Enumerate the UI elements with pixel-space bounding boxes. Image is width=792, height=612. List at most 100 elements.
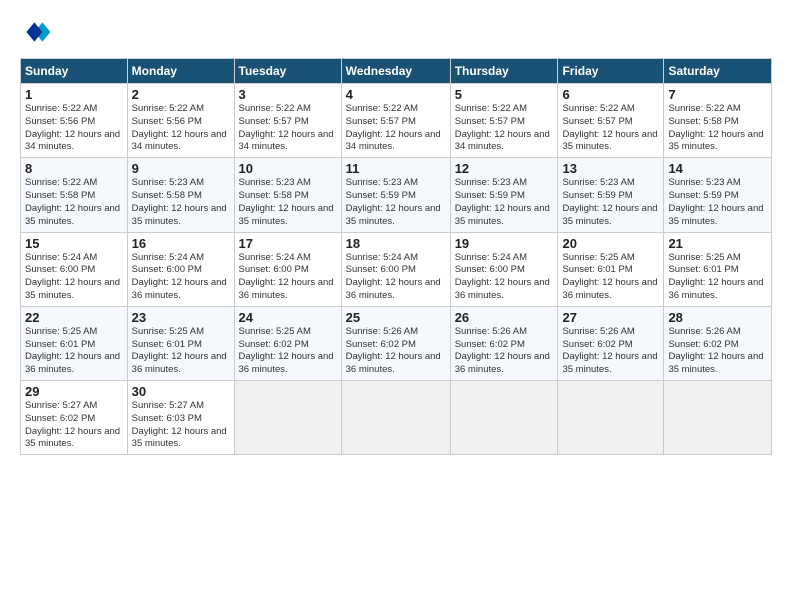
day-number: 13 <box>562 161 659 176</box>
day-info: Sunrise: 5:25 AMSunset: 6:02 PMDaylight:… <box>239 326 337 377</box>
header-day-thursday: Thursday <box>450 59 558 84</box>
day-number: 4 <box>346 87 446 102</box>
day-number: 10 <box>239 161 337 176</box>
calendar-cell: 7Sunrise: 5:22 AMSunset: 5:58 PMDaylight… <box>664 84 772 158</box>
day-info: Sunrise: 5:25 AMSunset: 6:01 PMDaylight:… <box>132 326 230 377</box>
calendar-cell: 21Sunrise: 5:25 AMSunset: 6:01 PMDayligh… <box>664 232 772 306</box>
day-number: 30 <box>132 384 230 399</box>
calendar-week-4: 22Sunrise: 5:25 AMSunset: 6:01 PMDayligh… <box>21 306 772 380</box>
day-info: Sunrise: 5:22 AMSunset: 5:57 PMDaylight:… <box>239 103 337 154</box>
header-day-saturday: Saturday <box>664 59 772 84</box>
calendar-cell <box>558 381 664 455</box>
day-number: 15 <box>25 236 123 251</box>
header <box>20 16 772 48</box>
calendar-cell: 4Sunrise: 5:22 AMSunset: 5:57 PMDaylight… <box>341 84 450 158</box>
day-number: 23 <box>132 310 230 325</box>
calendar-cell: 19Sunrise: 5:24 AMSunset: 6:00 PMDayligh… <box>450 232 558 306</box>
day-number: 8 <box>25 161 123 176</box>
calendar-cell: 2Sunrise: 5:22 AMSunset: 5:56 PMDaylight… <box>127 84 234 158</box>
day-info: Sunrise: 5:22 AMSunset: 5:56 PMDaylight:… <box>25 103 123 154</box>
logo <box>20 16 56 48</box>
calendar-cell: 9Sunrise: 5:23 AMSunset: 5:58 PMDaylight… <box>127 158 234 232</box>
day-number: 6 <box>562 87 659 102</box>
day-info: Sunrise: 5:22 AMSunset: 5:58 PMDaylight:… <box>25 177 123 228</box>
calendar-cell: 5Sunrise: 5:22 AMSunset: 5:57 PMDaylight… <box>450 84 558 158</box>
day-info: Sunrise: 5:24 AMSunset: 6:00 PMDaylight:… <box>239 252 337 303</box>
day-number: 29 <box>25 384 123 399</box>
calendar-cell <box>450 381 558 455</box>
day-info: Sunrise: 5:23 AMSunset: 5:59 PMDaylight:… <box>346 177 446 228</box>
header-day-tuesday: Tuesday <box>234 59 341 84</box>
calendar-cell: 3Sunrise: 5:22 AMSunset: 5:57 PMDaylight… <box>234 84 341 158</box>
calendar-cell: 24Sunrise: 5:25 AMSunset: 6:02 PMDayligh… <box>234 306 341 380</box>
day-number: 28 <box>668 310 767 325</box>
calendar-cell: 27Sunrise: 5:26 AMSunset: 6:02 PMDayligh… <box>558 306 664 380</box>
day-info: Sunrise: 5:23 AMSunset: 5:58 PMDaylight:… <box>132 177 230 228</box>
day-number: 14 <box>668 161 767 176</box>
calendar-cell: 6Sunrise: 5:22 AMSunset: 5:57 PMDaylight… <box>558 84 664 158</box>
day-info: Sunrise: 5:27 AMSunset: 6:02 PMDaylight:… <box>25 400 123 451</box>
day-number: 22 <box>25 310 123 325</box>
day-number: 18 <box>346 236 446 251</box>
calendar-week-2: 8Sunrise: 5:22 AMSunset: 5:58 PMDaylight… <box>21 158 772 232</box>
header-day-wednesday: Wednesday <box>341 59 450 84</box>
day-info: Sunrise: 5:23 AMSunset: 5:58 PMDaylight:… <box>239 177 337 228</box>
day-number: 2 <box>132 87 230 102</box>
day-number: 24 <box>239 310 337 325</box>
day-number: 7 <box>668 87 767 102</box>
day-number: 11 <box>346 161 446 176</box>
calendar-cell: 8Sunrise: 5:22 AMSunset: 5:58 PMDaylight… <box>21 158 128 232</box>
calendar-cell: 10Sunrise: 5:23 AMSunset: 5:58 PMDayligh… <box>234 158 341 232</box>
day-number: 17 <box>239 236 337 251</box>
day-info: Sunrise: 5:24 AMSunset: 6:00 PMDaylight:… <box>132 252 230 303</box>
calendar-cell: 17Sunrise: 5:24 AMSunset: 6:00 PMDayligh… <box>234 232 341 306</box>
calendar-header-row: SundayMondayTuesdayWednesdayThursdayFrid… <box>21 59 772 84</box>
calendar-cell: 29Sunrise: 5:27 AMSunset: 6:02 PMDayligh… <box>21 381 128 455</box>
page: SundayMondayTuesdayWednesdayThursdayFrid… <box>0 0 792 612</box>
day-number: 12 <box>455 161 554 176</box>
calendar-cell: 1Sunrise: 5:22 AMSunset: 5:56 PMDaylight… <box>21 84 128 158</box>
calendar-cell <box>234 381 341 455</box>
calendar-cell <box>341 381 450 455</box>
day-info: Sunrise: 5:25 AMSunset: 6:01 PMDaylight:… <box>562 252 659 303</box>
day-number: 16 <box>132 236 230 251</box>
day-number: 9 <box>132 161 230 176</box>
day-info: Sunrise: 5:22 AMSunset: 5:58 PMDaylight:… <box>668 103 767 154</box>
day-info: Sunrise: 5:26 AMSunset: 6:02 PMDaylight:… <box>346 326 446 377</box>
calendar-week-3: 15Sunrise: 5:24 AMSunset: 6:00 PMDayligh… <box>21 232 772 306</box>
header-day-monday: Monday <box>127 59 234 84</box>
day-info: Sunrise: 5:23 AMSunset: 5:59 PMDaylight:… <box>562 177 659 228</box>
calendar-table: SundayMondayTuesdayWednesdayThursdayFrid… <box>20 58 772 455</box>
day-number: 21 <box>668 236 767 251</box>
day-number: 25 <box>346 310 446 325</box>
day-info: Sunrise: 5:24 AMSunset: 6:00 PMDaylight:… <box>455 252 554 303</box>
calendar-cell: 13Sunrise: 5:23 AMSunset: 5:59 PMDayligh… <box>558 158 664 232</box>
day-info: Sunrise: 5:24 AMSunset: 6:00 PMDaylight:… <box>346 252 446 303</box>
calendar-cell: 15Sunrise: 5:24 AMSunset: 6:00 PMDayligh… <box>21 232 128 306</box>
header-day-friday: Friday <box>558 59 664 84</box>
calendar-cell: 16Sunrise: 5:24 AMSunset: 6:00 PMDayligh… <box>127 232 234 306</box>
day-info: Sunrise: 5:25 AMSunset: 6:01 PMDaylight:… <box>668 252 767 303</box>
calendar-cell: 11Sunrise: 5:23 AMSunset: 5:59 PMDayligh… <box>341 158 450 232</box>
logo-icon <box>20 16 52 48</box>
calendar-cell: 18Sunrise: 5:24 AMSunset: 6:00 PMDayligh… <box>341 232 450 306</box>
day-number: 26 <box>455 310 554 325</box>
calendar-cell: 23Sunrise: 5:25 AMSunset: 6:01 PMDayligh… <box>127 306 234 380</box>
day-info: Sunrise: 5:22 AMSunset: 5:56 PMDaylight:… <box>132 103 230 154</box>
day-number: 27 <box>562 310 659 325</box>
day-number: 20 <box>562 236 659 251</box>
calendar-cell: 25Sunrise: 5:26 AMSunset: 6:02 PMDayligh… <box>341 306 450 380</box>
day-info: Sunrise: 5:26 AMSunset: 6:02 PMDaylight:… <box>455 326 554 377</box>
day-info: Sunrise: 5:27 AMSunset: 6:03 PMDaylight:… <box>132 400 230 451</box>
day-info: Sunrise: 5:22 AMSunset: 5:57 PMDaylight:… <box>455 103 554 154</box>
calendar-cell: 20Sunrise: 5:25 AMSunset: 6:01 PMDayligh… <box>558 232 664 306</box>
day-info: Sunrise: 5:23 AMSunset: 5:59 PMDaylight:… <box>455 177 554 228</box>
calendar-cell: 28Sunrise: 5:26 AMSunset: 6:02 PMDayligh… <box>664 306 772 380</box>
calendar-week-5: 29Sunrise: 5:27 AMSunset: 6:02 PMDayligh… <box>21 381 772 455</box>
day-info: Sunrise: 5:23 AMSunset: 5:59 PMDaylight:… <box>668 177 767 228</box>
day-info: Sunrise: 5:25 AMSunset: 6:01 PMDaylight:… <box>25 326 123 377</box>
day-info: Sunrise: 5:24 AMSunset: 6:00 PMDaylight:… <box>25 252 123 303</box>
calendar-cell: 26Sunrise: 5:26 AMSunset: 6:02 PMDayligh… <box>450 306 558 380</box>
day-info: Sunrise: 5:22 AMSunset: 5:57 PMDaylight:… <box>562 103 659 154</box>
day-info: Sunrise: 5:26 AMSunset: 6:02 PMDaylight:… <box>668 326 767 377</box>
